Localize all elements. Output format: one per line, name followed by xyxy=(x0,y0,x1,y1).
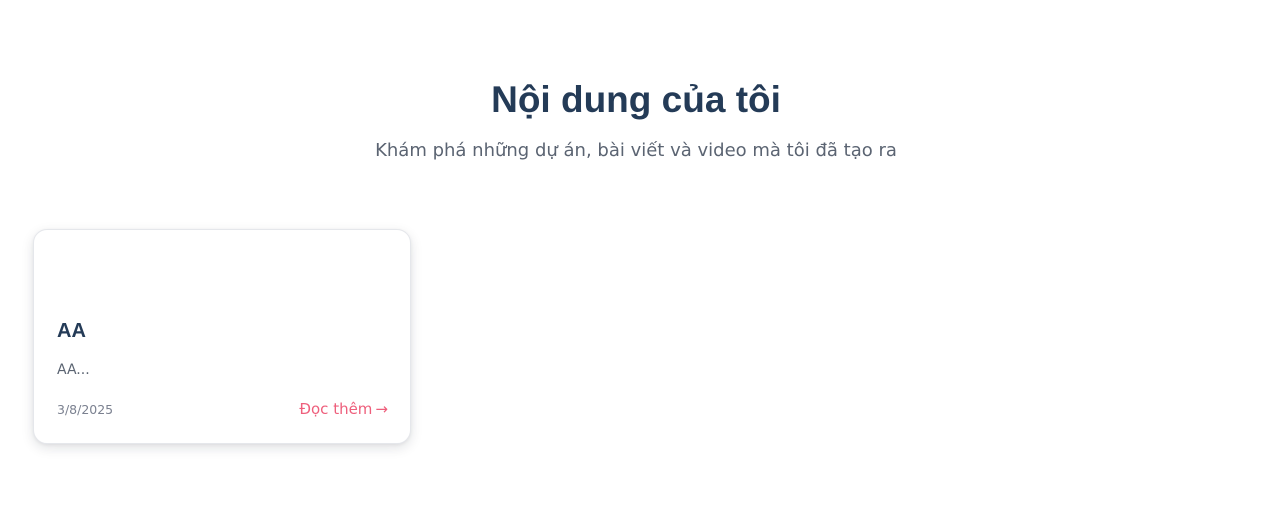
content-section: Nội dung của tôi Khám phá những dự án, b… xyxy=(0,0,1272,526)
page-subtitle: Khám phá những dự án, bài viết và video … xyxy=(375,140,897,161)
card-thumbnail xyxy=(34,230,410,310)
content-card[interactable]: AA AA... 3/8/2025 Đọc thêm → xyxy=(33,229,411,444)
card-date: 3/8/2025 xyxy=(57,402,114,417)
arrow-right-icon: → xyxy=(375,400,388,418)
page-title: Nội dung của tôi xyxy=(491,79,781,120)
read-more-link[interactable]: Đọc thêm → xyxy=(299,399,388,419)
card-excerpt: AA... xyxy=(57,362,90,378)
read-more-label: Đọc thêm xyxy=(299,400,373,418)
card-title: AA xyxy=(57,320,86,342)
